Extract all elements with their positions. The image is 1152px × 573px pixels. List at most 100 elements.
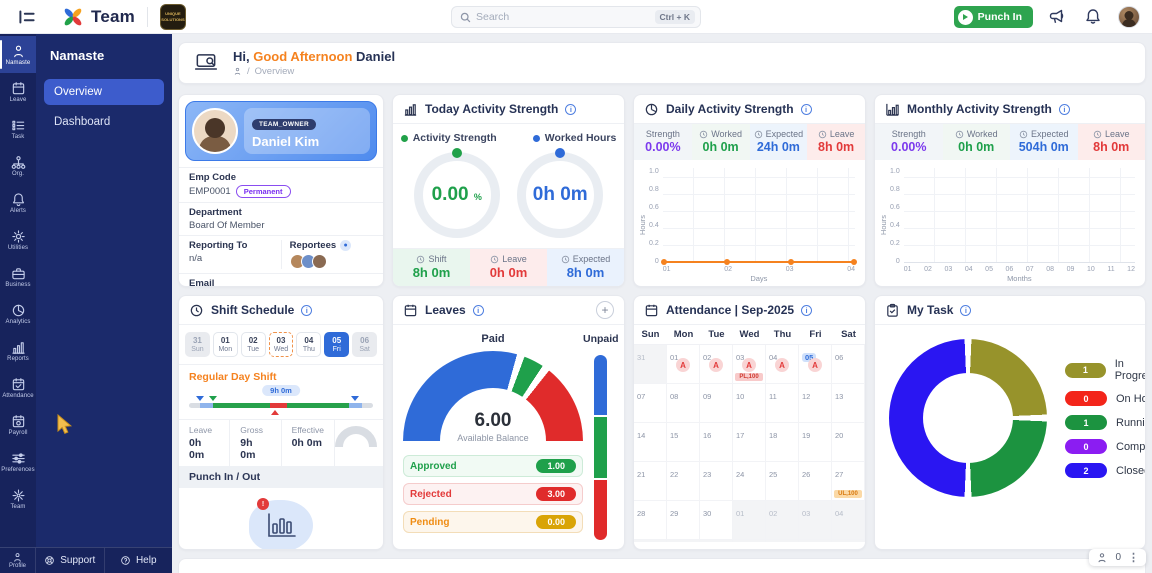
notifications-bell-icon[interactable] (1083, 7, 1103, 27)
payroll-icon (11, 414, 26, 429)
calendar-day-cell: 25 (766, 462, 799, 501)
stat-leave: Leave8h 0m (1078, 124, 1146, 160)
shift-day-thu[interactable]: 04Thu (296, 332, 321, 357)
calendar-day-cell: 28 (634, 501, 667, 540)
breadcrumb-current[interactable]: Overview (255, 66, 295, 77)
sidebar-item-profile[interactable]: Profile (0, 548, 36, 573)
available-balance-value: 6.00 (403, 410, 583, 432)
info-icon[interactable]: i (960, 305, 971, 316)
sidebar-item-namaste[interactable]: Namaste (0, 36, 36, 73)
punch-in-button[interactable]: Punch In (954, 6, 1033, 28)
sidebar-item-preferences[interactable]: Preferences (0, 443, 36, 480)
sidebar-item-org[interactable]: Org. (0, 147, 36, 184)
search-box[interactable]: Ctrl + K (451, 6, 701, 28)
help-link[interactable]: Help (104, 548, 173, 573)
leave-row-rejected: Rejected3.00 (403, 483, 583, 505)
support-icon (44, 555, 55, 566)
activity-chart-icon (403, 102, 418, 117)
shift-day-mon[interactable]: 01Mon (213, 332, 238, 357)
info-icon[interactable]: i (801, 104, 812, 115)
sidebar-item-task[interactable]: Task (0, 110, 36, 147)
sidebar-section-title: Namaste (50, 48, 164, 63)
attendance-icon (11, 377, 26, 392)
task-legend-on-hold: 0On Hold (1065, 391, 1146, 406)
absent-badge: A (709, 358, 723, 372)
stat-strength: Strength0.00% (634, 124, 692, 160)
user-avatar[interactable] (1118, 6, 1140, 28)
sidebar-item-reports[interactable]: Reports (0, 332, 36, 369)
alerts-icon (11, 192, 26, 207)
email-row: Email uniquesolutions401@gmail.com (179, 273, 383, 287)
absent-badge: A (775, 358, 789, 372)
subnav-item-dashboard[interactable]: Dashboard (44, 109, 164, 135)
shift-stat-effective: Effective0h 0m (282, 420, 335, 466)
leave-icon (11, 81, 26, 96)
add-leave-button[interactable]: + (596, 301, 614, 319)
sidebar-item-attendance[interactable]: Attendance (0, 369, 36, 406)
calendar-day-cell: 08 (733, 540, 766, 542)
daily-activity-icon (644, 102, 659, 117)
sidebar-item-alerts[interactable]: Alerts (0, 184, 36, 221)
sidebar-item-utilities[interactable]: Utilities (0, 221, 36, 258)
calendar-day-cell: 07 (634, 384, 667, 423)
shift-timeline: 9h 0m (189, 385, 373, 415)
sidebar-item-leave[interactable]: Leave (0, 73, 36, 110)
shift-day-wed[interactable]: 03Wed (269, 332, 294, 357)
support-link[interactable]: Support (36, 548, 104, 573)
calendar-day-cell: 14 (634, 423, 667, 462)
info-icon[interactable]: i (301, 305, 312, 316)
shift-day-sun[interactable]: 31Sun (185, 332, 210, 357)
calendar-day-cell: 02A (700, 345, 733, 384)
task-legend-in-progress: 1In Progress (1065, 358, 1146, 382)
paid-leaves-gauge: 6.00 Available Balance (403, 351, 583, 443)
shift-day-fri[interactable]: 05Fri (324, 332, 349, 357)
info-icon[interactable]: i (1059, 104, 1070, 115)
search-input[interactable] (476, 11, 655, 23)
business-icon (11, 266, 26, 281)
divider (147, 7, 148, 27)
calendar-day-cell: 13 (832, 384, 865, 423)
calendar-day-cell: 09 (766, 540, 799, 542)
company-logo[interactable]: UNIQUE SOLUTIONS (160, 4, 186, 30)
kebab-menu-icon[interactable]: ⋮ (1128, 551, 1139, 564)
calendar-day-cell: 31 (634, 345, 667, 384)
menu-toggle-icon[interactable] (16, 6, 38, 28)
employee-profile-card: TEAM_OWNER Daniel Kim Emp Code EMP0001 P… (178, 94, 384, 287)
announcements-icon[interactable] (1048, 7, 1068, 27)
shift-stat-gross: Gross9h 0m (230, 420, 281, 466)
stat-worked: Worked0h 0m (692, 124, 750, 160)
sidebar-item-business[interactable]: Business (0, 258, 36, 295)
sidebar-item-analytics[interactable]: Analytics (0, 295, 36, 332)
task-icon (11, 118, 26, 133)
legend-item: Worked Hours (533, 132, 617, 144)
weekday-header: Wed (733, 325, 766, 344)
logo-mark-icon (62, 6, 84, 28)
legend-item: Activity Strength (401, 132, 497, 144)
role-badge: TEAM_OWNER (252, 119, 316, 130)
calendar-day-cell: 02 (766, 501, 799, 540)
sidebar-footer: Profile Support Help (0, 547, 172, 573)
info-icon[interactable]: i (473, 305, 484, 316)
main-content: Hi, Good Afternoon Daniel / Overview (172, 34, 1152, 573)
greeting-text: Hi, Good Afternoon Daniel (233, 49, 395, 64)
employee-avatar (192, 108, 238, 154)
calendar-day-cell: 19 (799, 423, 832, 462)
search-icon (460, 12, 471, 23)
profile-hero[interactable]: TEAM_OWNER Daniel Kim (185, 101, 377, 161)
online-users-widget[interactable]: 0 ⋮ (1089, 549, 1146, 566)
analytics-icon (11, 303, 26, 318)
absent-badge: A (742, 358, 756, 372)
leave-tag: PL,100 (735, 373, 763, 381)
monthly-activity-card: Monthly Activity Strength i Strength0.00… (874, 94, 1146, 287)
effective-hours-gauge (335, 426, 377, 447)
shift-day-tue[interactable]: 02Tue (241, 332, 266, 357)
today-stat-shift: Shift8h 0m (393, 249, 470, 286)
shift-day-sat[interactable]: 06Sat (352, 332, 377, 357)
info-icon[interactable]: i (801, 305, 812, 316)
reportee-avatars[interactable] (290, 254, 373, 269)
sidebar-item-payroll[interactable]: Payroll (0, 406, 36, 443)
subnav-item-overview[interactable]: Overview (44, 79, 164, 105)
info-icon[interactable]: i (565, 104, 576, 115)
sidebar-item-team[interactable]: Team (0, 480, 36, 517)
leave-row-pending: Pending0.00 (403, 511, 583, 533)
